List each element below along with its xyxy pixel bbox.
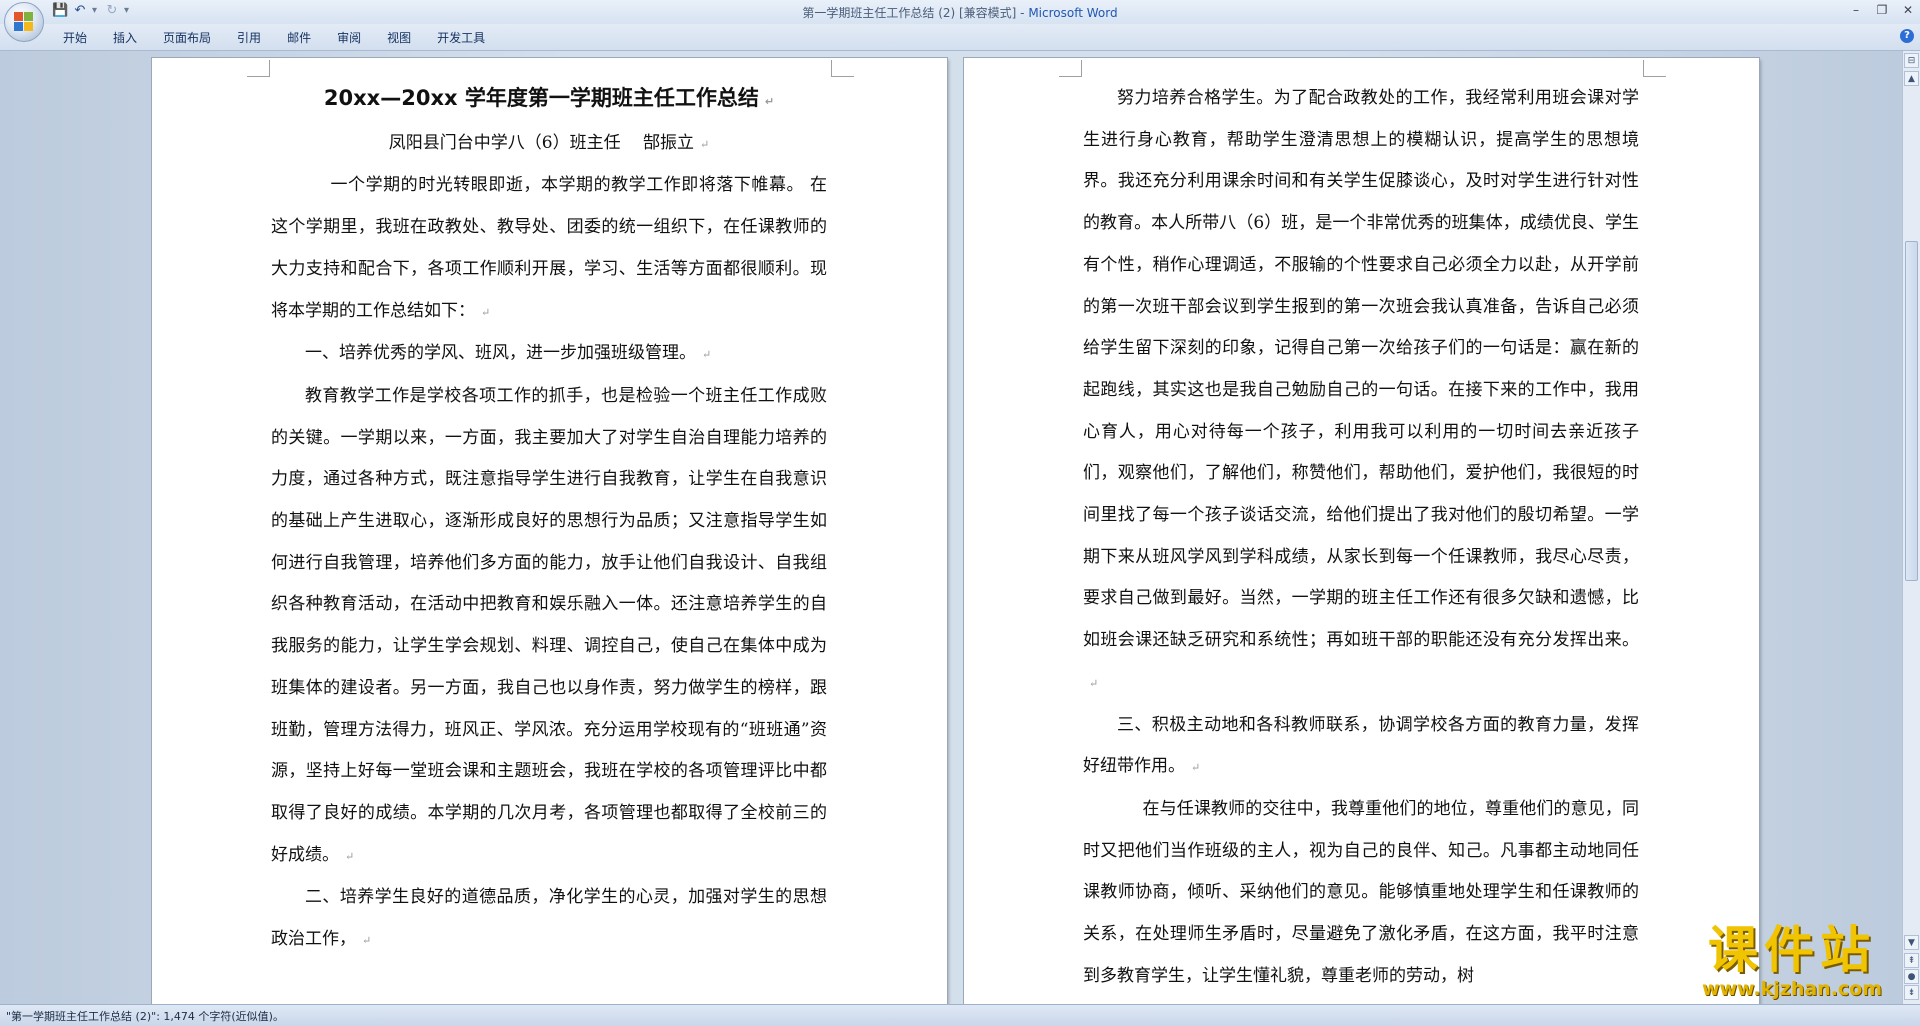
crop-mark: [247, 60, 270, 77]
heading-section-1: 一、培养优秀的学风、班风，进一步加强班级管理。 ↵: [305, 343, 712, 364]
crop-mark: [831, 60, 854, 77]
paragraph-section-1: 教育教学工作是学校各项工作的抓手，也是检验一个班主任工作成败的关键。一学期以来，…: [271, 385, 827, 865]
tab-developer[interactable]: 开发工具: [424, 30, 498, 46]
watermark-chinese: 课件站: [1708, 921, 1876, 979]
word-count-status[interactable]: "第一学期班主任工作总结 (2)": 1,474 个字符(近似值)。: [6, 1008, 284, 1024]
document-title: 20xx—20xx 学年度第一学期班主任工作总结 ↵: [323, 86, 775, 110]
title-bar: 💾 ↶ ▾ ↻ ▾ 第一学期班主任工作总结 (2) [兼容模式] - Micro…: [0, 0, 1920, 25]
page-left-text[interactable]: 20xx—20xx 学年度第一学期班主任工作总结 ↵ 凤阳县门台中学八（6）班主任…: [271, 78, 827, 962]
window-title: 第一学期班主任工作总结 (2) [兼容模式] - Microsoft Word: [0, 4, 1920, 21]
view-ruler-icon[interactable]: ⊟: [1904, 53, 1919, 68]
app-name: Microsoft Word: [1028, 6, 1118, 20]
paragraph-section-3: 在与任课教师的交往中，我尊重他们的地位，尊重他们的意见，同时又把他们当作班级的主…: [1083, 798, 1639, 986]
crop-mark: [1643, 60, 1666, 77]
document-area: 20xx—20xx 学年度第一学期班主任工作总结 ↵ 凤阳县门台中学八（6）班主任…: [0, 51, 1903, 1004]
office-button[interactable]: [4, 2, 44, 42]
page-right-text[interactable]: 努力培养合格学生。为了配合政教处的工作，我经常利用班会课对学生进行身心教育，帮助…: [1083, 78, 1639, 997]
document-name: 第一学期班主任工作总结 (2) [兼容模式] -: [802, 6, 1029, 20]
vertical-scrollbar[interactable]: ⊟ ▲ ▼ ⇞ ● ⇟: [1902, 51, 1920, 1004]
tab-insert[interactable]: 插入: [100, 30, 150, 46]
minimize-icon[interactable]: –: [1848, 2, 1864, 18]
close-icon[interactable]: ✕: [1900, 2, 1916, 18]
window-controls: – ❐ ✕: [1848, 2, 1916, 18]
restore-icon[interactable]: ❐: [1874, 2, 1890, 18]
tab-review[interactable]: 审阅: [324, 30, 374, 46]
ribbon-tab-bar: 开始 插入 页面布局 引用 邮件 审阅 视图 开发工具 ?: [0, 24, 1920, 51]
tab-home[interactable]: 开始: [50, 30, 100, 46]
tab-view[interactable]: 视图: [374, 30, 424, 46]
paragraph-section-2: 努力培养合格学生。为了配合政教处的工作，我经常利用班会课对学生进行身心教育，帮助…: [1083, 88, 1639, 690]
paragraph-intro: 一个学期的时光转眼即逝，本学期的教学工作即将落下帷幕。 在这个学期里，我班在政教…: [271, 175, 827, 321]
document-subtitle: 凤阳县门台中学八（6）班主任 郜振立 ↵: [388, 132, 710, 153]
page-right: 努力培养合格学生。为了配合政教处的工作，我经常利用班会课对学生进行身心教育，帮助…: [964, 58, 1759, 1004]
ribbon-tabs: 开始 插入 页面布局 引用 邮件 审阅 视图 开发工具: [50, 30, 498, 46]
tab-references[interactable]: 引用: [224, 30, 274, 46]
site-watermark-logo: 课件站 www.kjzhan.com: [1672, 922, 1912, 1004]
crop-mark: [1059, 60, 1082, 77]
watermark-url: www.kjzhan.com: [1701, 978, 1883, 1000]
page-left: 20xx—20xx 学年度第一学期班主任工作总结 ↵ 凤阳县门台中学八（6）班主任…: [152, 58, 947, 1004]
heading-section-3: 三、积极主动地和各科教师联系，协调学校各方面的教育力量，发挥好纽带作用。 ↵: [1083, 714, 1639, 777]
tab-page-layout[interactable]: 页面布局: [150, 30, 224, 46]
scrollbar-thumb[interactable]: [1905, 241, 1918, 581]
scroll-up-icon[interactable]: ▲: [1904, 71, 1919, 86]
heading-section-2: 二、培养学生良好的道德品质，净化学生的心灵，加强对学生的思想政治工作， ↵: [271, 887, 827, 950]
office-logo-icon: [14, 12, 34, 32]
status-bar: "第一学期班主任工作总结 (2)": 1,474 个字符(近似值)。: [0, 1004, 1920, 1026]
help-icon[interactable]: ?: [1900, 29, 1914, 43]
tab-mailings[interactable]: 邮件: [274, 30, 324, 46]
